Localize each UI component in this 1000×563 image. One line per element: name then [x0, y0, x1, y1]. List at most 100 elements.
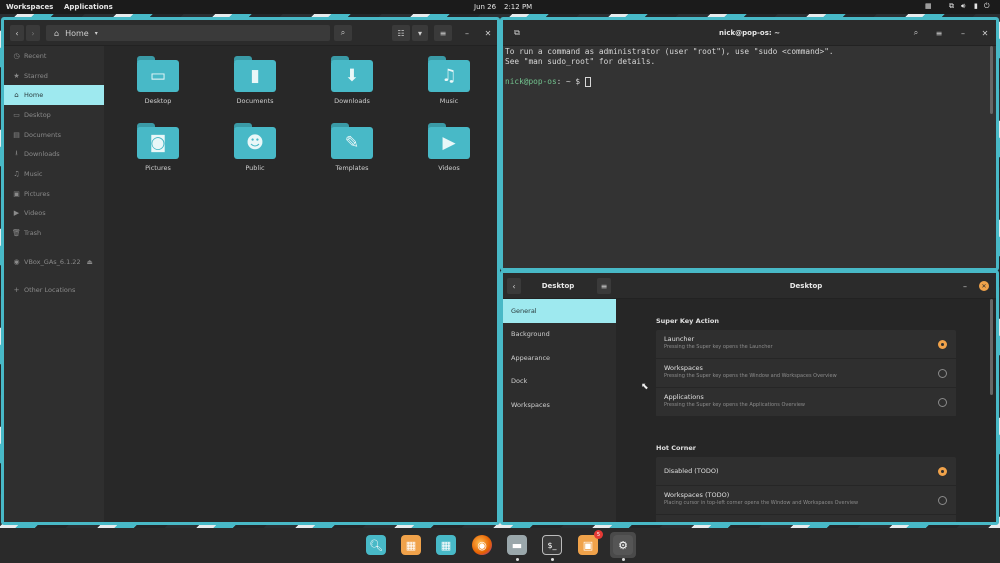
folder-icon: ✎	[331, 123, 373, 159]
folder-templates[interactable]: ✎ Templates	[312, 123, 392, 172]
option-row[interactable]: Applications (TODO)	[656, 515, 956, 522]
terminal-cursor	[584, 77, 591, 87]
radio-button[interactable]	[938, 496, 947, 505]
display-icon[interactable]: ▦	[925, 2, 932, 10]
screen-icon[interactable]: ⧉	[949, 2, 954, 11]
time-label[interactable]: 2:12 PM	[504, 3, 532, 11]
folder-videos[interactable]: ▶ Videos	[409, 123, 489, 172]
terminal-output[interactable]: To run a command as administrator (user …	[505, 47, 834, 87]
menu-icon[interactable]: ≡	[434, 25, 452, 41]
pop-shop-icon[interactable]: ▣ 5	[575, 530, 603, 558]
desktop-folder-icon: ▭	[13, 110, 20, 119]
workspaces-icon[interactable]: ▦	[398, 532, 424, 558]
home-icon: ⌂	[14, 91, 19, 100]
menu-icon[interactable]: ≡	[597, 278, 611, 294]
terminal-prompt: nick@pop-os: ~ $	[505, 77, 834, 87]
sidebar-item-desktop[interactable]: ▭ Desktop	[4, 105, 104, 125]
folder-public[interactable]: ☻ Public	[215, 123, 295, 172]
settings-headerbar: ‹ Desktop ≡ Desktop – ✕	[503, 273, 996, 299]
home-path-icon: ⌂	[54, 28, 60, 38]
option-row[interactable]: Launcher Pressing the Super key opens the…	[656, 330, 956, 359]
option-row[interactable]: Workspaces (TODO) Placing cursor in top-l…	[656, 486, 956, 515]
sidebar-item-label: Trash	[24, 229, 42, 238]
menu-icon[interactable]: ≡	[931, 25, 947, 41]
view-options-icon[interactable]: ▾	[412, 25, 428, 41]
terminal-scrollbar[interactable]	[990, 46, 993, 114]
sidebar-item-downloads[interactable]: ⭳ Downloads	[4, 144, 104, 164]
minimize-icon[interactable]: –	[958, 278, 972, 294]
sidebar-item-pictures[interactable]: ▣ Pictures	[4, 184, 104, 204]
terminal-icon[interactable]: $_	[539, 532, 565, 561]
option-title: Applications	[664, 393, 704, 401]
sidebar-item-vbox-gas-6-1-22[interactable]: ◉ VBox_GAs_6.1.22 ⏏	[4, 252, 104, 272]
volume-icon[interactable]: 🔊︎	[961, 2, 965, 11]
radio-button[interactable]	[938, 340, 947, 349]
back-icon[interactable]: ‹	[507, 278, 521, 294]
option-row[interactable]: Workspaces Pressing the Super key opens t…	[656, 359, 956, 388]
close-icon[interactable]: ✕	[977, 25, 993, 41]
sidebar-item-music[interactable]: ♫ Music	[4, 164, 104, 184]
eject-icon[interactable]: ⏏	[87, 258, 93, 266]
folder-icon: ☻	[234, 123, 276, 159]
search-icon[interactable]: ⌕	[334, 25, 352, 41]
files-icon[interactable]: ▬	[504, 532, 530, 561]
folder-music[interactable]: ♫ Music	[409, 56, 489, 105]
sidebar-separator	[4, 243, 104, 252]
sidebar-item-label: Other Locations	[24, 286, 76, 295]
disc-icon: ◉	[13, 257, 20, 266]
hot-corner-options: Disabled (TODO) Workspaces (TODO) Placing …	[656, 457, 956, 522]
chevron-down-icon: ▾	[94, 29, 98, 37]
sidebar-separator	[4, 272, 104, 281]
close-icon[interactable]: ✕	[480, 25, 496, 41]
sidebar-item-starred[interactable]: ★ Starred	[4, 66, 104, 86]
minimize-icon[interactable]: –	[459, 25, 475, 41]
sidebar-item-videos[interactable]: ▶ Videos	[4, 204, 104, 224]
launcher-icon[interactable]: 🔍︎	[363, 532, 389, 558]
settings-nav-general[interactable]: General	[503, 299, 616, 323]
settings-scrollbar[interactable]	[990, 299, 993, 395]
path-bar[interactable]: ⌂ Home ▾	[46, 25, 330, 41]
date-label[interactable]: Jun 26	[474, 3, 496, 11]
applications-button[interactable]: Applications	[64, 3, 113, 11]
folder-icon: ⬇	[331, 56, 373, 92]
power-icon[interactable]: ⏻	[984, 2, 990, 11]
forward-icon[interactable]: ›	[26, 25, 40, 41]
app-grid-icon[interactable]: ▦	[433, 532, 459, 558]
radio-button[interactable]	[938, 369, 947, 378]
close-icon[interactable]: ✕	[979, 281, 989, 291]
settings-nav-appearance[interactable]: Appearance	[503, 346, 616, 370]
sidebar-item-label: Documents	[24, 130, 62, 139]
settings-nav-background[interactable]: Background	[503, 323, 616, 347]
pictures-icon: ▣	[13, 189, 20, 198]
settings-nav-dock[interactable]: Dock	[503, 370, 616, 394]
view-list-icon[interactable]: ☷	[392, 25, 410, 41]
option-row[interactable]: Applications Pressing the Super key opens…	[656, 388, 956, 417]
battery-icon[interactable]: ▮	[974, 2, 978, 10]
sidebar-item-label: Music	[24, 169, 43, 178]
radio-button[interactable]	[938, 467, 947, 476]
option-row[interactable]: Disabled (TODO)	[656, 457, 956, 486]
folder-desktop[interactable]: ▭ Desktop	[118, 56, 198, 105]
workspaces-button[interactable]: Workspaces	[6, 3, 53, 11]
folder-label: Desktop	[144, 97, 172, 105]
sidebar-item-recent[interactable]: ◷ Recent	[4, 46, 104, 66]
sidebar-item-label: Home	[24, 91, 44, 100]
settings-sidebar: General Background Appearance Dock Workspace…	[503, 299, 616, 522]
firefox-icon[interactable]: ◉	[469, 532, 495, 558]
radio-button[interactable]	[938, 398, 947, 407]
minimize-icon[interactable]: –	[955, 25, 971, 41]
settings-nav-workspaces[interactable]: Workspaces	[503, 393, 616, 417]
folder-documents[interactable]: ▮ Documents	[215, 56, 295, 105]
terminal-line: See "man sudo_root" for details.	[505, 57, 656, 66]
sidebar-item-home[interactable]: ⌂ Home	[4, 85, 104, 106]
files-sidebar: ◷ Recent ★ Starred ⌂ Home ▭ Desktop ▤ Documents ⭳ D…	[4, 46, 104, 522]
folder-downloads[interactable]: ⬇ Downloads	[312, 56, 392, 105]
folder-pictures[interactable]: ◙ Pictures	[118, 123, 198, 172]
search-icon[interactable]: ⌕	[908, 25, 924, 41]
sidebar-item-trash[interactable]: 🗑 Trash	[4, 223, 104, 243]
settings-icon[interactable]: ⚙	[610, 532, 636, 561]
sidebar-item-documents[interactable]: ▤ Documents	[4, 125, 104, 145]
settings-window: ‹ Desktop ≡ Desktop – ✕ General Backgroun…	[500, 270, 999, 525]
sidebar-item-other-locations[interactable]: + Other Locations	[4, 281, 104, 301]
back-icon[interactable]: ‹	[10, 25, 24, 41]
